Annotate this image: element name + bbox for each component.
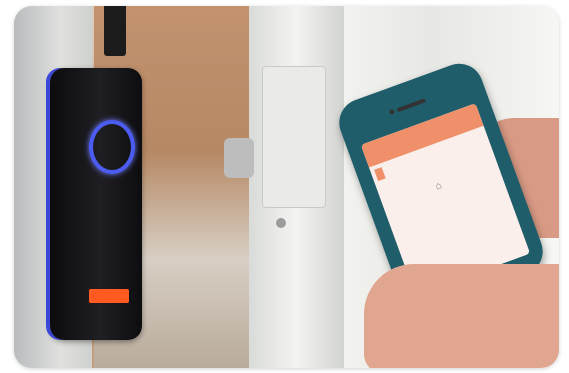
hand-front — [364, 264, 559, 368]
photo-card: ⌂ — [14, 6, 559, 368]
reader-ring-icon — [89, 120, 135, 174]
app-header — [360, 103, 484, 168]
unlock-icon: ⌂ — [433, 180, 444, 193]
speaker-icon — [396, 98, 427, 113]
reader-logo — [89, 289, 129, 303]
door-icon — [374, 167, 386, 182]
door-handle-plate — [262, 66, 326, 208]
door-edge — [104, 6, 126, 56]
screw-icon — [276, 218, 286, 228]
lock-knob — [224, 138, 254, 178]
camera-icon — [388, 108, 396, 115]
